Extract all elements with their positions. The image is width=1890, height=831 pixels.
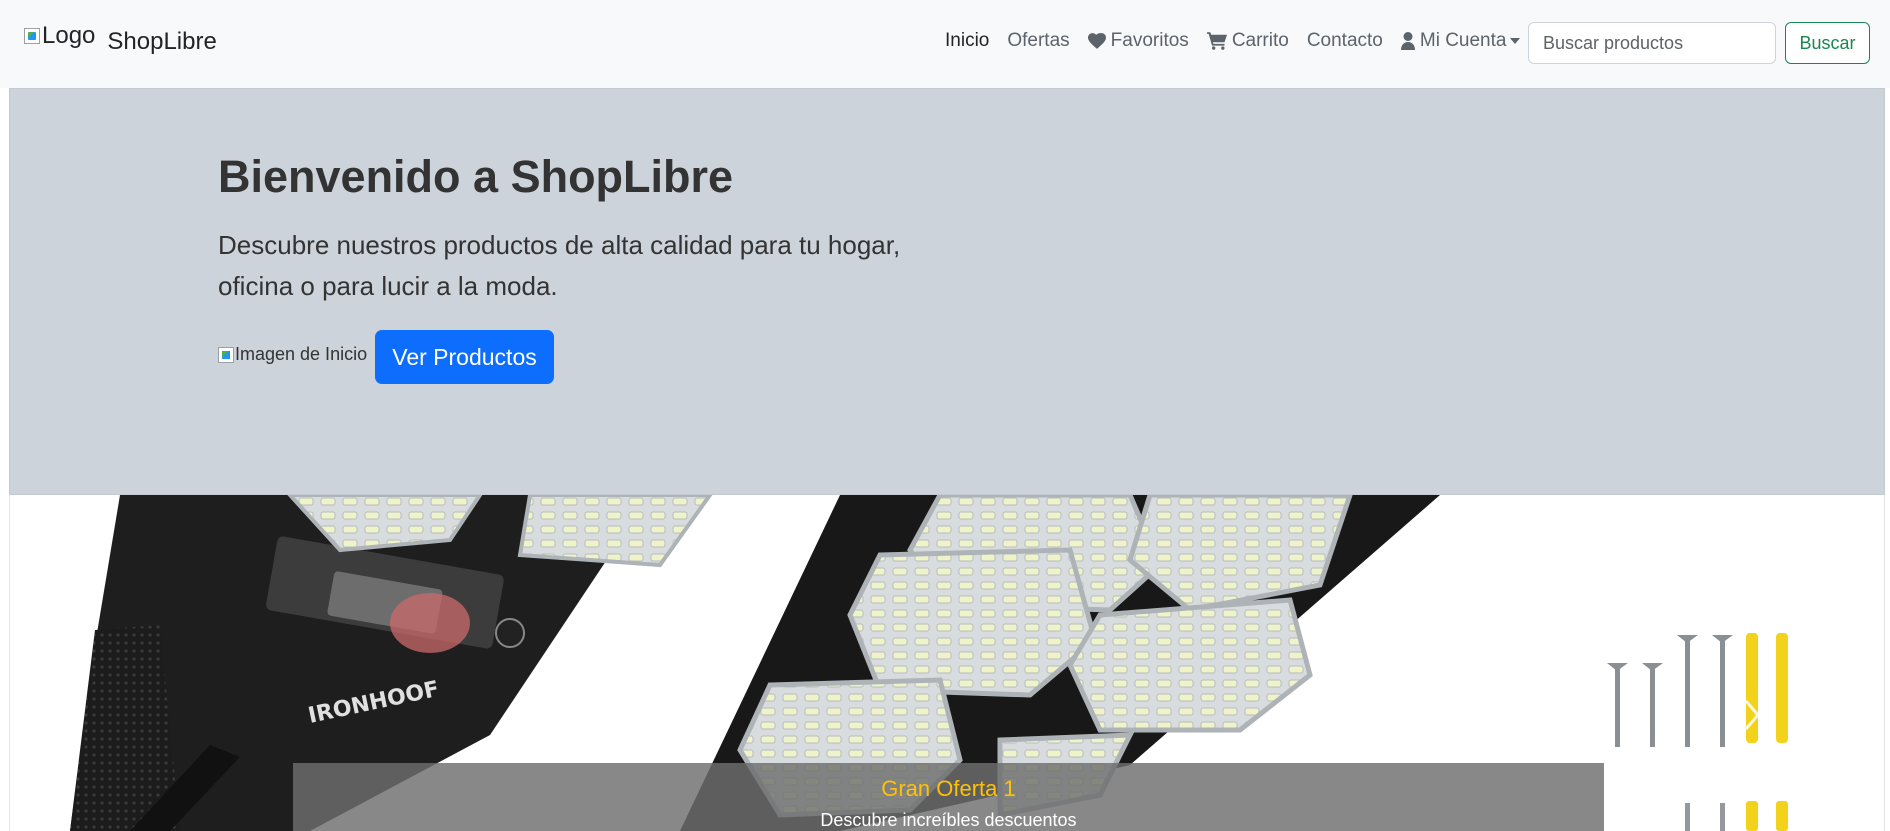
broken-image-icon: [24, 28, 40, 44]
slide-caption: Gran Oferta 1 Descubre increíbles descue…: [293, 763, 1604, 831]
hero-title: Bienvenido a ShopLibre: [218, 151, 734, 202]
cart-icon: [1206, 32, 1227, 50]
nav-link-favoritos[interactable]: Favoritos: [1087, 30, 1189, 52]
slide-caption-text: Descubre increíbles descuentos: [820, 810, 1077, 830]
nav-link-label: Inicio: [945, 30, 990, 51]
nav-link-contacto[interactable]: Contacto: [1307, 30, 1383, 52]
logo-image: Logo: [24, 22, 95, 50]
chevron-down-icon: [1510, 38, 1521, 44]
broken-image-icon: [218, 346, 234, 363]
nav-link-label: Contacto: [1306, 30, 1383, 51]
offers-carousel: IRONHOOF Gran Oferta 1 Descubre increíbl…: [9, 495, 1885, 831]
hero-image-alt-text: Imagen de Inicio: [235, 344, 368, 364]
nav-link-label: Favoritos: [1110, 30, 1189, 51]
hero-jumbotron: Bienvenido a ShopLibre Descubre nuestros…: [9, 88, 1885, 495]
nav-link-ofertas[interactable]: Ofertas: [1007, 30, 1069, 52]
nav-link-carrito[interactable]: Carrito: [1206, 30, 1289, 52]
search-input[interactable]: [1528, 22, 1776, 64]
carousel-next-icon[interactable]: [1740, 697, 1764, 733]
hero-image: Imagen de Inicio: [218, 344, 367, 365]
user-icon: [1400, 32, 1415, 50]
hero-lead: Descubre nuestros productos de alta cali…: [218, 230, 901, 301]
slide-caption-title: Gran Oferta 1: [881, 776, 1016, 801]
nav-link-label: Mi Cuenta: [1419, 30, 1507, 51]
nav-link-label: Ofertas: [1007, 30, 1070, 51]
nav-link-label: Carrito: [1231, 30, 1289, 51]
brand[interactable]: Logo ShopLibre: [24, 22, 217, 56]
logo-alt-text: Logo: [42, 22, 96, 49]
ver-productos-button[interactable]: Ver Productos: [375, 330, 554, 384]
nav-link-inicio[interactable]: Inicio: [945, 30, 989, 52]
nav-link-mi-cuenta[interactable]: Mi Cuenta: [1400, 30, 1521, 52]
heart-icon: [1087, 33, 1106, 49]
search-button[interactable]: Buscar: [1785, 22, 1870, 64]
brand-name[interactable]: ShopLibre: [107, 28, 216, 56]
navbar: Logo ShopLibre Inicio Ofertas Favoritos …: [0, 0, 1890, 88]
nav-links: Inicio Ofertas Favoritos Carrito Contact…: [945, 30, 1538, 52]
